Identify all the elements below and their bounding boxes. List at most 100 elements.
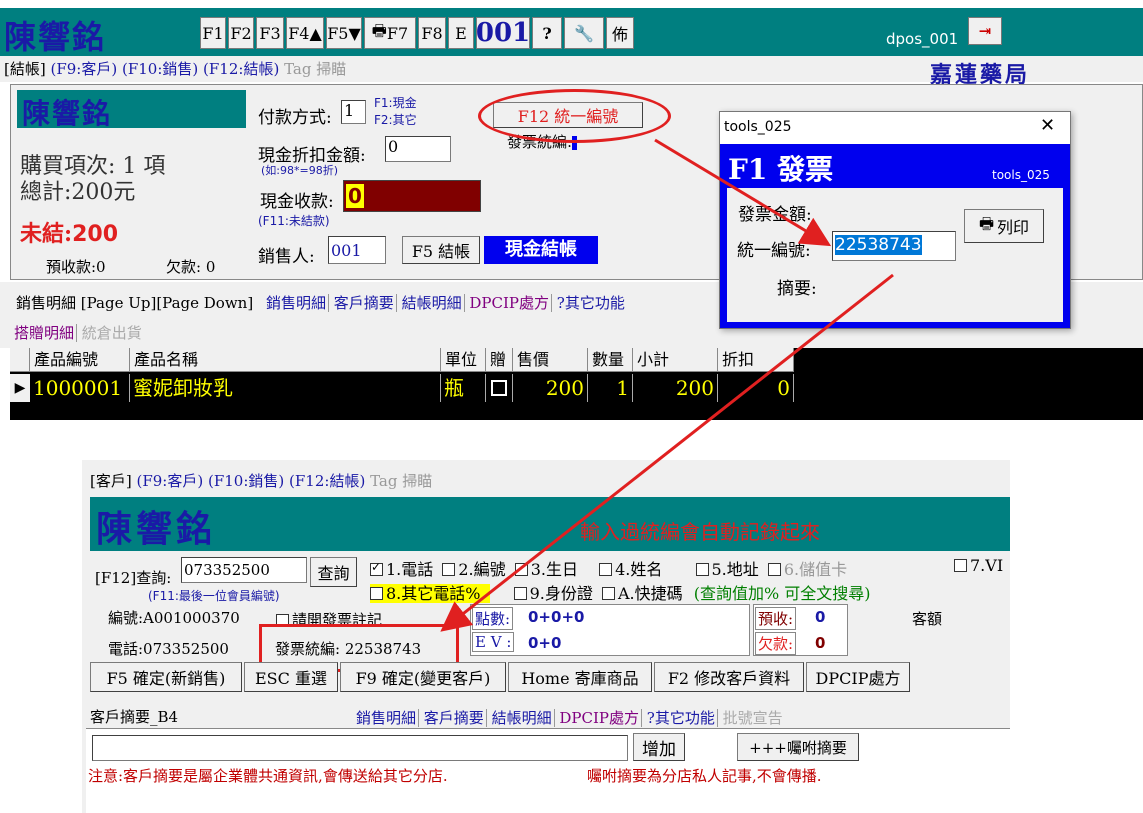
tab-f10-sales[interactable]: (F10:銷售) [122,60,198,78]
checkbox-icon [514,563,528,576]
phone-label: 電話:073352500 [108,640,229,658]
opt-id-card[interactable]: 9.身份證 [513,584,593,603]
f5-down-button[interactable]: F5▼ [326,17,362,49]
col-discount[interactable]: 折扣 [718,348,794,372]
close-icon[interactable]: ✕ [1040,115,1055,136]
payment-option-cash: F1:現金 [374,96,417,110]
tab-customer-summary-b[interactable]: 客戶摘要 [423,709,487,727]
tab-f9-customer[interactable]: (F9:客戶) [51,60,118,78]
col-subtotal[interactable]: 小計 [633,348,718,372]
f5-checkout-button[interactable]: F5 結帳 [402,236,480,264]
checkbox-icon [695,563,709,576]
tab-gift-detail[interactable]: 搭贈明細 [14,324,78,342]
query-button[interactable]: 查詢 [310,557,357,587]
cell-discount[interactable]: 0 [718,374,794,402]
tab-f9-customer-b[interactable]: (F9:客戶) [137,472,204,490]
cell-unit[interactable]: 瓶 [441,374,486,402]
points-value: 0+0+0 [528,608,585,626]
col-price[interactable]: 售價 [513,348,588,372]
summary-input[interactable] [92,735,628,761]
tab-sales-detail[interactable]: 銷售明細 [265,294,329,312]
tab-other-functions[interactable]: ?其它功能 [557,294,625,312]
tab-other-functions-b[interactable]: ?其它功能 [646,709,718,727]
dpcip-button[interactable]: DPCIP處方 [806,662,910,692]
payment-method-input[interactable]: 1 [341,100,366,124]
opt-phone[interactable]: 1.電話 [370,560,433,579]
stored-goods-button[interactable]: Home 寄庫商品 [508,662,652,692]
tab-customer[interactable]: [客戶] [90,472,132,490]
tab-tag-scan-b[interactable]: Tag 掃瞄 [370,472,432,490]
opt-id[interactable]: 2.編號 [442,560,506,579]
f2-button[interactable]: F2 [228,17,254,49]
opt-birthday[interactable]: 3.生日 [514,560,578,579]
payment-label: 付款方式: [258,108,332,128]
print-button[interactable]: 🖶 列印 [964,209,1044,243]
cell-qty[interactable]: 1 [588,374,633,402]
opt-stored-card[interactable]: 6.儲值卡 [767,560,847,579]
confirm-change-customer-button[interactable]: F9 確定(變更客戶) [340,662,506,692]
ev-label: E V : [472,632,515,652]
payment-option-other: F2:其它 [374,113,417,127]
tab-f12-checkout[interactable]: (F12:結帳) [203,60,279,78]
opt-address[interactable]: 5.地址 [695,560,759,579]
action-buttons: F5 確定(新銷售) ESC 重選 F9 確定(變更客戶) Home 寄庫商品 … [90,662,910,692]
seller-input[interactable]: 001 [328,236,386,264]
dialog-title: tools_025 [724,119,792,135]
cash-input[interactable]: 0 [343,180,481,212]
tab-dpcip-b[interactable]: DPCIP處方 [559,709,643,727]
edit-customer-button[interactable]: F2 修改客戶資料 [654,662,804,692]
banner-note: 輸入過統編會自動記錄起來 [580,520,820,544]
tax-id-label: 統一編號: [737,241,811,261]
f1-button[interactable]: F1 [200,17,226,49]
col-gift[interactable]: 贈 [486,348,513,372]
tab-f12-checkout-b[interactable]: (F12:結帳) [289,472,365,490]
tax-id-input[interactable]: 22538743 [832,231,956,261]
operator-001-button[interactable]: 001 [476,17,530,49]
opt-other-phone[interactable]: 8.其它電話% [370,584,491,603]
tab-f10-sales-b[interactable]: (F10:銷售) [208,472,284,490]
cell-subtotal[interactable]: 200 [633,374,718,402]
print-f7-button[interactable]: 🖶 F7 [364,17,416,49]
tab-checkout-detail-b[interactable]: 結帳明細 [491,709,555,727]
wrench-icon: 🔧 [574,23,594,43]
tab-dpcip[interactable]: DPCIP處方 [469,294,552,312]
bottom-owed-value: 0 [815,634,826,652]
memo-summary-button[interactable]: +++囑咐摘要 [737,733,859,761]
opt-vip[interactable]: 7.VI [954,556,1010,575]
tab-tag-scan[interactable]: Tag 掃瞄 [284,60,346,78]
cash-checkout-label[interactable]: 現金結帳 [484,236,598,264]
cell-price[interactable]: 200 [513,374,588,402]
discount-input[interactable]: 0 [385,136,451,162]
help-button[interactable]: ? [532,17,562,49]
f8-button[interactable]: F8 [418,17,446,49]
query-input[interactable]: 073352500 [181,557,307,583]
tab-checkout[interactable]: [結帳] [4,60,46,78]
toolbar: F1 F2 F3 F4▲ F5▼ 🖶 F7 F8 E 001 ? 🔧 佈 [200,17,634,49]
col-qty[interactable]: 數量 [588,348,633,372]
cell-gift[interactable] [486,374,513,402]
e-button[interactable]: E [448,17,474,49]
tool-icon-button[interactable]: 🔧 [564,17,604,49]
f3-button[interactable]: F3 [256,17,284,49]
exit-icon[interactable]: ⇥ [968,17,1002,45]
cell-name[interactable]: 蜜妮卸妝乳 [130,374,441,402]
cell-code[interactable]: 1000001 [30,374,130,402]
add-summary-button[interactable]: 增加 [633,733,685,761]
gift-checkbox[interactable] [491,380,507,396]
confirm-new-sale-button[interactable]: F5 確定(新銷售) [90,662,242,692]
col-code[interactable]: 產品編號 [30,348,130,372]
col-name[interactable]: 產品名稱 [130,348,441,372]
f4-up-button[interactable]: F4▲ [286,17,324,49]
opt-name[interactable]: 4.姓名 [599,560,662,579]
opt-shortcut[interactable]: A.快捷碼 [601,584,683,603]
col-unit[interactable]: 單位 [441,348,486,372]
tab-checkout-detail[interactable]: 結帳明細 [401,294,465,312]
tab-warehouse-shipping[interactable]: 統倉出貨 [82,324,142,342]
tab-customer-summary[interactable]: 客戶摘要 [333,294,397,312]
tab-sales-detail-b[interactable]: 銷售明細 [356,709,420,727]
layout-button[interactable]: 佈 [606,17,634,49]
tab-batch-notice[interactable]: 批號宣告 [723,709,783,727]
table-row[interactable]: ▶ 1000001 蜜妮卸妝乳 瓶 200 1 200 0 [10,374,794,402]
bottom-customer-name: 陳響銘 [96,508,217,550]
reselect-button[interactable]: ESC 重選 [244,662,338,692]
